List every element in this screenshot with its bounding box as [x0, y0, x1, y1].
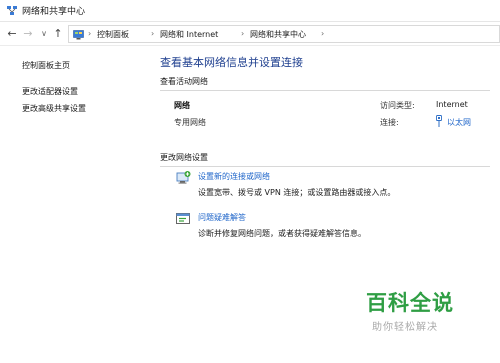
setup-new-connection-description: 设置宽带、拨号或 VPN 连接；或设置路由器或接入点。 — [198, 188, 396, 197]
breadcrumb-separator: › — [88, 29, 92, 38]
troubleshoot-problems-description: 诊断并修复网络问题，或者获得疑难解答信息。 — [198, 229, 366, 238]
connections-label: 连接: — [380, 118, 399, 127]
sidebar-item-change-advanced-sharing[interactable]: 更改高级共享设置 — [22, 103, 86, 114]
window-title: 网络和共享中心 — [22, 7, 86, 17]
breadcrumb-network-sharing-center[interactable]: 网络和共享中心 — [250, 29, 306, 40]
network-type: 专用网络 — [174, 118, 206, 127]
access-type-value: Internet — [436, 100, 468, 109]
network-center-icon — [7, 6, 17, 15]
sidebar: 控制面板主页 更改适配器设置 更改高级共享设置 — [0, 46, 150, 363]
breadcrumb-control-panel[interactable]: 控制面板 — [97, 29, 129, 40]
control-panel-icon — [73, 30, 84, 40]
change-network-settings-label: 更改网络设置 — [160, 153, 208, 162]
breadcrumb[interactable]: › 控制面板 › 网络和 Internet › 网络和共享中心 › — [68, 25, 500, 43]
network-name: 网络 — [174, 101, 190, 110]
forward-arrow-icon[interactable]: → — [22, 28, 34, 40]
ethernet-connection-link[interactable]: 以太网 — [447, 117, 471, 128]
active-networks-label: 查看活动网络 — [160, 77, 208, 86]
breadcrumb-network-internet[interactable]: 网络和 Internet — [160, 29, 218, 40]
ethernet-icon — [436, 115, 442, 127]
breadcrumb-separator: › — [151, 29, 155, 38]
troubleshoot-problems-link[interactable]: 问题疑难解答 — [198, 212, 246, 223]
access-type-label: 访问类型: — [380, 101, 415, 110]
watermark-subtitle: 助你轻松解决 — [372, 322, 438, 333]
up-arrow-icon[interactable]: ↑ — [52, 28, 64, 40]
setup-new-connection-link[interactable]: 设置新的连接或网络 — [198, 171, 270, 182]
divider — [160, 90, 490, 91]
page-title: 查看基本网络信息并设置连接 — [160, 56, 303, 69]
new-connection-icon — [176, 171, 191, 184]
recent-locations-icon[interactable]: ∨ — [38, 28, 50, 40]
title-bar: 网络和共享中心 — [0, 0, 500, 22]
divider — [160, 166, 490, 167]
back-arrow-icon[interactable]: ← — [6, 28, 18, 40]
sidebar-item-control-panel-home[interactable]: 控制面板主页 — [22, 60, 70, 71]
address-bar: ← → ∨ ↑ › 控制面板 › 网络和 Internet › 网络和共享中心 … — [0, 22, 500, 46]
watermark-title: 百科全说 — [366, 291, 454, 315]
troubleshoot-icon — [176, 213, 190, 224]
breadcrumb-separator: › — [321, 29, 325, 38]
sidebar-item-change-adapter-settings[interactable]: 更改适配器设置 — [22, 86, 78, 97]
breadcrumb-separator: › — [241, 29, 245, 38]
